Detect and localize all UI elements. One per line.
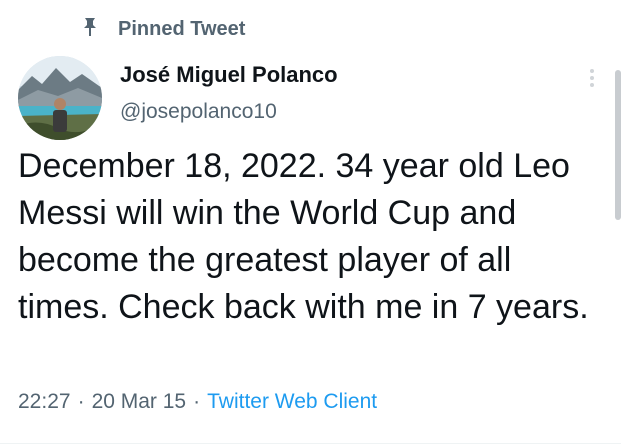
tweet-text: December 18, 2022. 34 year old Leo Messi…	[18, 147, 589, 326]
tweet-time[interactable]: 22:27	[18, 390, 71, 413]
tweet-meta: 22:27 · 20 Mar 15 · Twitter Web Client	[18, 390, 377, 414]
meta-separator: ·	[193, 390, 201, 413]
tweet-date[interactable]: 20 Mar 15	[92, 390, 187, 413]
tweet-source-link[interactable]: Twitter Web Client	[207, 390, 377, 413]
pin-icon	[84, 18, 96, 36]
avatar[interactable]	[18, 56, 102, 140]
meta-separator: ·	[77, 390, 85, 413]
scrollbar[interactable]	[615, 70, 621, 220]
avatar-photo	[18, 56, 102, 140]
pinned-indicator: Pinned Tweet	[84, 17, 245, 41]
more-options-icon[interactable]	[582, 66, 602, 90]
author-handle[interactable]: @josepolanco10	[120, 100, 277, 124]
pinned-label: Pinned Tweet	[118, 17, 246, 40]
author-display-name[interactable]: José Miguel Polanco	[120, 62, 338, 88]
tweet-card[interactable]: Pinned Tweet José Miguel Polanco @josepo…	[0, 0, 621, 444]
